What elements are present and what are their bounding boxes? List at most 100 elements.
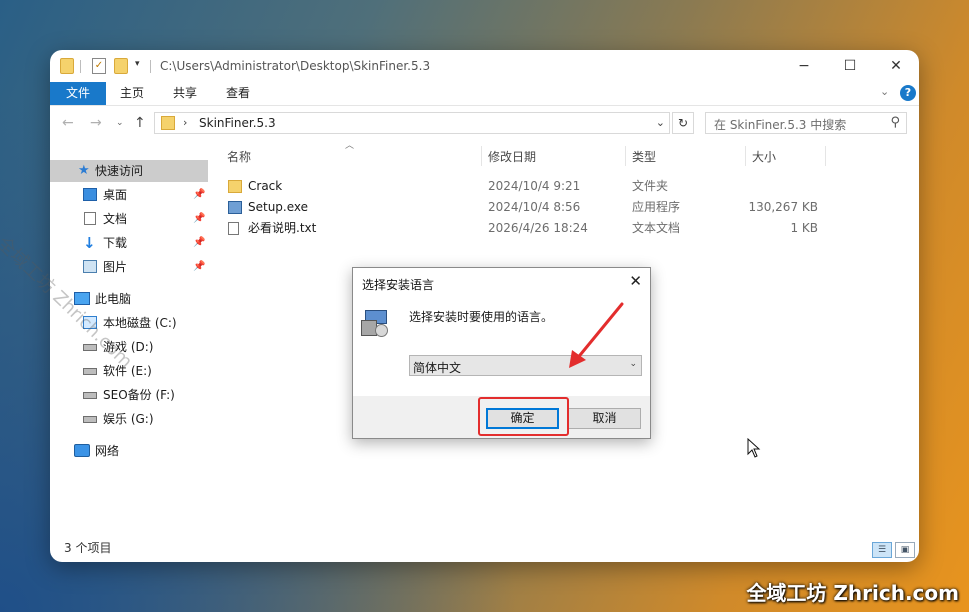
details-view-icon[interactable]: ☰ <box>872 542 892 558</box>
up-arrow-icon[interactable]: ↑ <box>134 115 146 131</box>
maximize-button[interactable]: ☐ <box>827 50 873 82</box>
dialog-message: 选择安装时要使用的语言。 <box>409 310 554 324</box>
pin-icon: 📌 <box>193 189 206 200</box>
search-input[interactable]: 在 SkinFiner.5.3 中搜索 ⚲ <box>705 112 907 134</box>
sidebar-item-quick-access[interactable]: ★ 快速访问 <box>50 160 208 182</box>
tab-view[interactable]: 查看 <box>226 82 250 105</box>
file-date: 2024/10/4 9:21 <box>488 179 581 193</box>
divider <box>625 146 626 166</box>
close-button[interactable]: ✕ <box>873 50 919 82</box>
minimize-button[interactable]: − <box>781 50 827 82</box>
status-item-count: 3 个项目 <box>64 541 112 555</box>
pictures-icon <box>83 260 97 273</box>
column-header-date[interactable]: 修改日期 <box>488 148 536 165</box>
navigation-bar: ← → ⌄ ↑ › SkinFiner.5.3 ⌄ ↻ 在 SkinFiner.… <box>50 112 919 136</box>
divider <box>481 146 482 166</box>
tab-home[interactable]: 主页 <box>120 82 144 105</box>
file-name: 必看说明.txt <box>248 221 317 235</box>
table-row[interactable]: 必看说明.txt 2026/4/26 18:24 文本文档 1 KB <box>220 218 830 239</box>
highlight-box <box>478 397 569 436</box>
help-icon[interactable]: ? <box>900 85 916 101</box>
refresh-button[interactable]: ↻ <box>672 112 694 134</box>
file-date: 2024/10/4 8:56 <box>488 200 581 214</box>
pin-icon: 📌 <box>193 213 206 224</box>
sidebar-item-label: 网络 <box>95 444 120 458</box>
chevron-down-icon[interactable]: ⌄ <box>629 359 637 369</box>
pin-icon: 📌 <box>193 237 206 248</box>
folder-icon <box>60 58 74 74</box>
text-file-icon <box>228 222 239 235</box>
forward-arrow-icon[interactable]: → <box>90 115 102 131</box>
column-headers: ︿ 名称 修改日期 类型 大小 <box>220 141 830 170</box>
column-header-name[interactable]: 名称 <box>227 148 251 165</box>
sidebar-item-label: 此电脑 <box>95 292 132 306</box>
drive-icon <box>83 416 97 423</box>
sidebar-item-label: 下载 <box>103 236 128 250</box>
properties-icon[interactable]: ✓ <box>92 58 106 74</box>
star-icon: ★ <box>78 163 90 178</box>
setup-exe-icon <box>228 201 242 214</box>
column-header-size[interactable]: 大小 <box>752 148 776 165</box>
new-folder-icon[interactable] <box>114 58 128 74</box>
address-bar[interactable]: › SkinFiner.5.3 ⌄ <box>154 112 670 134</box>
file-size: 130,267 KB <box>748 200 818 214</box>
address-path: SkinFiner.5.3 <box>199 116 276 130</box>
corner-watermark: 全域工坊 Zhrich.com <box>746 581 959 605</box>
quick-access-dropdown-icon[interactable]: ▾ <box>135 59 140 69</box>
file-type: 应用程序 <box>632 200 681 214</box>
chevron-right-icon[interactable]: › <box>183 116 187 129</box>
cancel-button[interactable]: 取消 <box>568 408 641 429</box>
divider <box>80 60 81 73</box>
divider <box>745 146 746 166</box>
file-date: 2026/4/26 18:24 <box>488 221 588 235</box>
sidebar-item-label: SEO备份 (F:) <box>103 388 175 402</box>
table-row[interactable]: Crack 2024/10/4 9:21 文件夹 <box>220 176 830 197</box>
download-icon: ↓ <box>83 234 96 252</box>
sidebar-item-downloads[interactable]: ↓ 下载 📌 <box>50 232 208 254</box>
sidebar-item-documents[interactable]: 文档 📌 <box>50 208 208 230</box>
drive-icon <box>83 392 97 399</box>
tab-file[interactable]: 文件 <box>50 82 106 105</box>
document-icon <box>84 212 96 225</box>
dialog-close-button[interactable]: ✕ <box>629 272 642 290</box>
sidebar-item-label: 娱乐 (G:) <box>103 412 154 426</box>
back-arrow-icon[interactable]: ← <box>62 115 74 131</box>
sidebar-item-drive-g[interactable]: 娱乐 (G:) <box>50 408 208 430</box>
file-size: 1 KB <box>790 221 818 235</box>
chevron-down-icon[interactable]: ⌄ <box>656 116 665 129</box>
title-bar: ✓ ▾ C:\Users\Administrator\Desktop\SkinF… <box>50 50 919 82</box>
drive-icon <box>83 368 97 375</box>
file-name: Crack <box>248 179 283 193</box>
file-type: 文本文档 <box>632 221 681 235</box>
search-icon: ⚲ <box>890 115 900 130</box>
dialog-title-bar: 选择安装语言 ✕ <box>353 268 650 298</box>
navigation-pane: ★ 快速访问 桌面 📌 文档 📌 ↓ 下载 📌 图片 📌 此电脑 本地磁盘 (C… <box>50 150 210 530</box>
sidebar-item-label: 文档 <box>103 212 128 226</box>
file-name: Setup.exe <box>248 200 309 214</box>
file-type: 文件夹 <box>632 179 669 193</box>
installer-icon <box>361 308 391 338</box>
sidebar-item-pictures[interactable]: 图片 📌 <box>50 256 208 278</box>
sidebar-item-drive-f[interactable]: SEO备份 (F:) <box>50 384 208 406</box>
folder-icon <box>228 180 242 193</box>
window-title: C:\Users\Administrator\Desktop\SkinFiner… <box>160 59 431 73</box>
folder-icon <box>161 116 175 130</box>
table-row[interactable]: Setup.exe 2024/10/4 8:56 应用程序 130,267 KB <box>220 197 830 218</box>
large-icons-view-icon[interactable]: ▣ <box>895 542 915 558</box>
language-select-value: 简体中文 <box>413 361 462 375</box>
annotation-arrow-icon <box>569 302 624 368</box>
desktop-icon <box>83 188 97 201</box>
sidebar-item-desktop[interactable]: 桌面 📌 <box>50 184 208 206</box>
expand-ribbon-icon[interactable]: ⌄ <box>880 85 889 98</box>
divider <box>150 60 151 73</box>
sort-ascending-icon: ︿ <box>345 141 355 151</box>
sidebar-item-label: 快速访问 <box>95 164 144 178</box>
ribbon-tabs: 文件 主页 共享 查看 ⌄ ? <box>50 82 919 106</box>
sidebar-item-network[interactable]: 网络 <box>50 440 208 462</box>
sidebar-item-label: 图片 <box>103 260 128 274</box>
recent-locations-icon[interactable]: ⌄ <box>116 118 124 128</box>
column-header-type[interactable]: 类型 <box>632 148 656 165</box>
tab-share[interactable]: 共享 <box>173 82 197 105</box>
sidebar-item-label: 桌面 <box>103 188 128 202</box>
network-icon <box>74 444 90 457</box>
